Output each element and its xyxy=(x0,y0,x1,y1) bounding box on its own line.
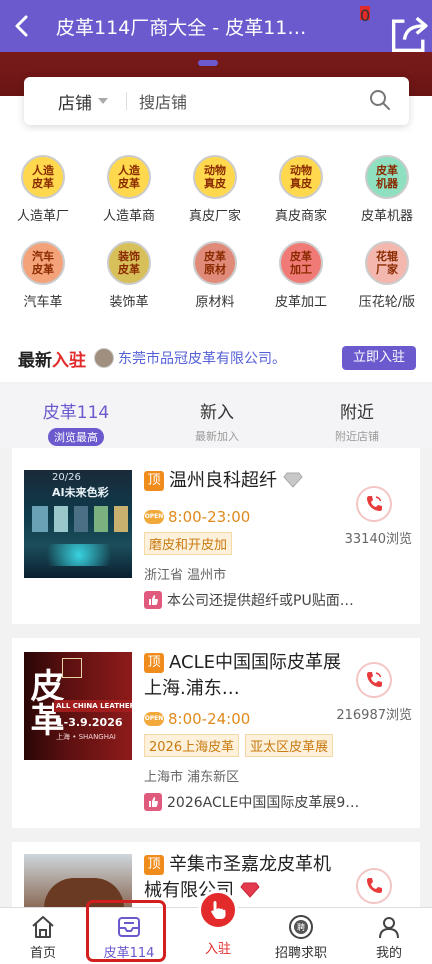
category-item[interactable]: 花辊厂家压花轮/版 xyxy=(344,241,430,310)
listing-name: 顶温州良科超纤 xyxy=(144,468,344,494)
nav-jobs[interactable]: 聘 招聘求职 xyxy=(258,908,344,964)
back-button[interactable] xyxy=(0,0,44,52)
listing-card[interactable]: 20/26 AI未来色彩 顶温州良科超纤 OPEN 8:00-23:00 磨皮和开… xyxy=(12,448,420,624)
user-icon xyxy=(379,917,399,939)
newest-heading: 最新入驻 xyxy=(18,350,86,371)
listing-image: 20/26 AI未来色彩 xyxy=(24,470,132,578)
nav-mine[interactable]: 我的 xyxy=(346,908,432,964)
chevron-left-icon xyxy=(15,15,28,37)
listing-card[interactable]: 皮革 ALL CHINA LEATHER EXHIBI 1-3.9.2026 上… xyxy=(12,638,420,828)
listing-tag: 亚太区皮革展 xyxy=(245,734,334,757)
phone-icon xyxy=(367,496,382,511)
listing-image: 皮革 ALL CHINA LEATHER EXHIBI 1-3.9.2026 上… xyxy=(24,652,132,760)
diamond-icon xyxy=(283,472,303,488)
highlight-box xyxy=(86,900,166,962)
newest-company-link[interactable]: 东莞市品冠皮革有限公司。 xyxy=(118,348,286,368)
newest-joined-row: 最新入驻 东莞市品冠皮革有限公司。 立即入驻 xyxy=(0,338,432,378)
category-item[interactable]: 汽车皮革 汽车革 xyxy=(0,241,86,310)
category-label: 汽车革 xyxy=(23,295,63,310)
category-label: 人造革厂 xyxy=(16,209,69,224)
view-count: 216987浏览 xyxy=(336,708,412,723)
category-badge-icon: 皮革机器 xyxy=(365,155,409,199)
category-item[interactable]: 动物真皮 真皮商家 xyxy=(258,155,344,224)
open-icon: OPEN xyxy=(144,712,164,726)
company-avatar xyxy=(94,348,114,368)
call-button[interactable] xyxy=(356,868,392,904)
listing-hours: OPEN 8:00-24:00 xyxy=(144,710,251,728)
home-icon xyxy=(32,916,54,938)
category-label: 皮革加工 xyxy=(274,295,327,310)
listing-name: 顶辛集市圣嘉龙皮革机械有限公司 xyxy=(144,854,331,901)
tab-popular[interactable]: 皮革114 浏览最高 xyxy=(16,398,136,446)
phone-icon xyxy=(367,878,382,893)
category-badge-icon: 人造皮革 xyxy=(21,155,65,199)
hand-pointer-icon xyxy=(211,901,226,919)
call-button[interactable] xyxy=(356,486,392,522)
category-badge-icon: 汽车皮革 xyxy=(21,241,65,285)
search-icon[interactable] xyxy=(369,89,391,111)
drag-handle[interactable] xyxy=(198,60,218,66)
divider xyxy=(126,92,127,110)
page-title: 皮革114厂商大全 - 皮革114... xyxy=(56,16,308,39)
listing-hours: OPEN 8:00-23:00 xyxy=(144,508,251,526)
diamond-icon xyxy=(240,882,260,898)
category-badge-icon: 动物真皮 xyxy=(193,155,237,199)
listing-tabs: 皮革114 浏览最高 新入 最新加入 附近 附近店铺 xyxy=(0,384,432,448)
category-item[interactable]: 动物真皮 真皮厂家 xyxy=(172,155,258,224)
listing-note: 本公司还提供超纤或PU贴面… xyxy=(144,590,354,610)
call-button[interactable] xyxy=(356,662,392,698)
search-bar: 店铺 搜店铺 xyxy=(24,77,409,125)
nav-join-label: 入驻 xyxy=(204,942,231,957)
listing-tag: 磨皮和开皮加 xyxy=(144,532,233,555)
category-badge-icon: 装饰皮革 xyxy=(107,241,151,285)
category-badge-icon: 皮革加工 xyxy=(279,241,323,285)
category-badge-icon: 皮革原材 xyxy=(193,241,237,285)
category-item[interactable]: 皮革原材 原材料 xyxy=(172,241,258,310)
message-badge: 0 xyxy=(360,6,371,25)
tab-nearby[interactable]: 附近 附近店铺 xyxy=(297,398,417,444)
listing-note: 2026ACLE中国国际皮革展9… xyxy=(144,792,359,812)
join-now-button[interactable]: 立即入驻 xyxy=(342,346,416,370)
category-label: 压花轮/版 xyxy=(358,295,416,310)
search-scope-select[interactable]: 店铺 xyxy=(58,89,92,114)
category-badge-icon: 人造皮革 xyxy=(107,155,151,199)
category-item[interactable]: 装饰皮革 装饰革 xyxy=(86,241,172,310)
listing-tags: 2026上海皮革 亚太区皮革展 xyxy=(144,734,334,757)
category-badge-icon: 动物真皮 xyxy=(279,155,323,199)
listing-tag: 2026上海皮革 xyxy=(144,734,240,757)
category-label: 装饰革 xyxy=(109,295,149,310)
thumbs-up-icon xyxy=(144,591,162,609)
category-label: 真皮商家 xyxy=(274,209,327,224)
listing-tags: 磨皮和开皮加 xyxy=(144,532,233,555)
category-badge-icon: 花辊厂家 xyxy=(365,241,409,285)
category-label: 人造革商 xyxy=(102,209,155,224)
svg-text:聘: 聘 xyxy=(297,922,305,932)
search-input[interactable]: 搜店铺 xyxy=(139,89,187,113)
open-icon: OPEN xyxy=(144,510,164,524)
category-label: 真皮厂家 xyxy=(188,209,241,224)
category-label: 原材料 xyxy=(195,295,235,310)
phone-icon xyxy=(367,672,382,687)
nav-home[interactable]: 首页 xyxy=(0,908,86,964)
listing-location: 上海市 浦东新区 xyxy=(144,770,240,785)
category-item[interactable]: 人造皮革 人造革厂 xyxy=(0,155,86,224)
category-label: 皮革机器 xyxy=(360,209,413,224)
join-fab[interactable] xyxy=(198,890,238,930)
caret-down-icon[interactable] xyxy=(98,98,108,104)
listing-name: 顶 ACLE中国国际皮革展 上海.浦东… xyxy=(144,652,341,699)
category-item[interactable]: 人造皮革 人造革商 xyxy=(86,155,172,224)
thumbs-up-icon xyxy=(144,793,162,811)
tab-new[interactable]: 新入 最新加入 xyxy=(157,398,277,444)
category-item[interactable]: 皮革机器 皮革机器 xyxy=(344,155,430,224)
hire-icon: 聘 xyxy=(289,915,313,939)
listing-location: 浙江省 温州市 xyxy=(144,568,227,583)
view-count: 33140浏览 xyxy=(344,532,412,547)
category-item[interactable]: 皮革加工 皮革加工 xyxy=(258,241,344,310)
